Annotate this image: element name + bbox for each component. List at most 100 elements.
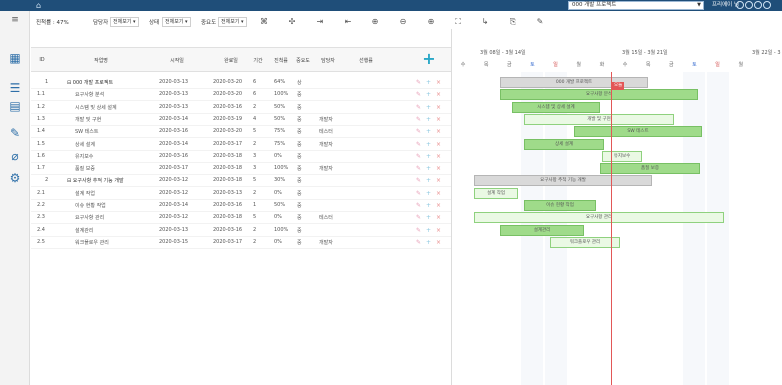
col-start[interactable]: 시작일 [159,57,195,64]
table-row[interactable]: 1.3 개발 및 구현 2020-03-14 2020-03-19 4 50% 중 개발자 ✎ +… [31,114,451,126]
add-row-icon[interactable]: + [426,104,432,111]
add-row-icon[interactable]: + [426,165,432,172]
add-row-icon[interactable]: + [426,79,432,86]
delete-row-icon[interactable]: × [436,214,442,221]
outdent-icon[interactable]: ⇤ [342,16,354,28]
col-predecessor[interactable]: 선행률 [351,57,381,64]
gantt-bar[interactable]: 설계관리 [500,224,584,236]
add-row-icon[interactable]: + [426,116,432,123]
logout-icon[interactable] [763,1,771,9]
zoom-out-icon[interactable]: ⊖ [397,16,409,28]
gantt-bar[interactable]: 설계 작업 [474,187,518,199]
edit-row-icon[interactable]: ✎ [416,239,422,246]
edit-row-icon[interactable]: ✎ [416,153,422,160]
delete-row-icon[interactable]: × [436,116,442,123]
table-row[interactable]: 2.2 이슈 현황 작업 2020-03-14 2020-03-16 1 50% 중 ✎ + × [31,200,451,212]
gantt-bar[interactable]: 품질 보증 [600,163,700,175]
pencil-icon[interactable]: ✎ [534,16,546,28]
edit-icon[interactable]: ✎ [8,126,22,140]
gantt-bar[interactable]: 요구사항 분석 [500,89,698,101]
calendar-icon[interactable]: ▤ [8,99,22,113]
table-row[interactable]: 2.5 워크플로우 관리 2020-03-15 2020-03-17 2 0% 중 개발자 ✎ +… [31,237,451,249]
expand-icon[interactable]: ✣ [286,16,298,28]
delete-row-icon[interactable]: × [436,239,442,246]
delete-row-icon[interactable]: × [436,79,442,86]
delete-row-icon[interactable]: × [436,141,442,148]
add-task-button[interactable]: + [420,50,438,68]
table-row[interactable]: 2.4 설계관리 2020-03-13 2020-03-16 2 100% 중 ✎ + × [31,225,451,237]
gantt-bar[interactable]: 이슈 현황 작업 [524,200,596,211]
edit-row-icon[interactable]: ✎ [416,104,422,111]
fullscreen-icon[interactable]: ⛶ [452,16,464,28]
delete-row-icon[interactable]: × [436,153,442,160]
export-icon[interactable]: ⎘ [507,16,519,28]
add-row-icon[interactable]: + [426,227,432,234]
add-row-icon[interactable]: + [426,153,432,160]
edit-row-icon[interactable]: ✎ [416,141,422,148]
edit-row-icon[interactable]: ✎ [416,177,422,184]
delete-row-icon[interactable]: × [436,104,442,111]
edit-row-icon[interactable]: ✎ [416,190,422,197]
delete-row-icon[interactable]: × [436,177,442,184]
help-icon[interactable] [745,1,753,9]
col-assignee[interactable]: 담당자 [317,57,339,64]
table-row[interactable]: 1.2 시스템 및 상세 설계 2020-03-13 2020-03-16 2 50% 중 ✎… [31,102,451,114]
table-row[interactable]: 1.4 SW 테스트 2020-03-16 2020-03-20 5 75% 중 테스터 ✎ + × [31,126,451,139]
gantt-bar[interactable]: SW 테스트 [574,126,702,138]
add-row-icon[interactable]: + [426,128,432,135]
add-row-icon[interactable]: + [426,141,432,148]
project-select[interactable]: 000 개발 프로젝트 ▼ [568,1,704,10]
gantt-bar[interactable]: 워크플로우 관리 [550,236,620,248]
table-row[interactable]: 2.3 요구사항 관리 2020-03-12 2020-03-18 5 0% 중 테스터 ✎ + × [31,212,451,225]
delete-row-icon[interactable]: × [436,128,442,135]
table-row[interactable]: 1.1 요구사항 분석 2020-03-13 2020-03-20 6 100% 중 ✎ + × [31,89,451,102]
delete-row-icon[interactable]: × [436,202,442,209]
link-icon[interactable]: ↳ [479,16,491,28]
add-row-icon[interactable]: + [426,91,432,98]
settings-icon[interactable]: ⚙ [8,171,22,185]
gantt-bar[interactable]: 시스템 및 상세 설계 [512,101,600,113]
col-duration[interactable]: 기간 [249,57,267,64]
table-row[interactable]: 1.7 품질 보증 2020-03-17 2020-03-18 3 100% 중 개발자 ✎ + × [31,163,451,176]
edit-row-icon[interactable]: ✎ [416,128,422,135]
gantt-bar[interactable]: 개발 및 구현 [524,113,674,125]
add-row-icon[interactable]: + [426,202,432,209]
add-row-icon[interactable]: + [426,214,432,221]
edit-row-icon[interactable]: ✎ [416,214,422,221]
edit-row-icon[interactable]: ✎ [416,91,422,98]
zoom-fit-icon[interactable]: ⊕ [425,16,437,28]
table-row[interactable]: 1.5 상세 설계 2020-03-14 2020-03-17 2 75% 중 개발자 ✎ + × [31,139,451,151]
assignee-filter[interactable]: 전체보기 ▾ [110,17,139,27]
settings-icon[interactable] [736,1,744,9]
delete-row-icon[interactable]: × [436,91,442,98]
table-row[interactable]: 1 ⊟ 000 개발 프로젝트 2020-03-13 2020-03-20 6 64% 상 ✎… [31,77,451,89]
gantt-bar[interactable]: 요구사항 관리 [474,212,724,224]
add-row-icon[interactable]: + [426,190,432,197]
indent-icon[interactable]: ⇥ [314,16,326,28]
col-progress[interactable]: 진척률 [271,57,291,64]
importance-filter[interactable]: 전체보기 ▾ [218,17,247,27]
col-task[interactable]: 작업명 [71,57,131,64]
gantt-bar[interactable]: 000 개발 프로젝트 [500,77,648,88]
gantt-bar[interactable]: 요구사항 추적 기능 개발 [474,175,652,187]
delete-row-icon[interactable]: × [436,190,442,197]
add-row-icon[interactable]: + [426,177,432,184]
edit-row-icon[interactable]: ✎ [416,165,422,172]
gantt-bar[interactable]: 상세 설계 [524,138,604,150]
status-filter[interactable]: 전체보기 ▾ [162,17,191,27]
dashboard-icon[interactable]: ▦ [8,51,22,65]
zoom-in-icon[interactable]: ⊕ [369,16,381,28]
col-id[interactable]: ID [35,57,49,63]
add-row-icon[interactable]: + [426,239,432,246]
menu-icon[interactable]: ≡ [8,13,22,27]
edit-row-icon[interactable]: ✎ [416,227,422,234]
edit-row-icon[interactable]: ✎ [416,202,422,209]
delete-row-icon[interactable]: × [436,165,442,172]
table-row[interactable]: 2 ⊟ 요구사항 추적 기능 개발 2020-03-12 2020-03-18 5 30%… [31,175,451,188]
gantt-icon[interactable]: ☰ [8,81,22,95]
home-icon[interactable]: ⌂ [36,1,41,10]
notification-icon[interactable] [754,1,762,9]
col-end[interactable]: 완료일 [213,57,249,64]
edit-row-icon[interactable]: ✎ [416,116,422,123]
gantt-bar[interactable]: 유지보수 [602,150,642,162]
